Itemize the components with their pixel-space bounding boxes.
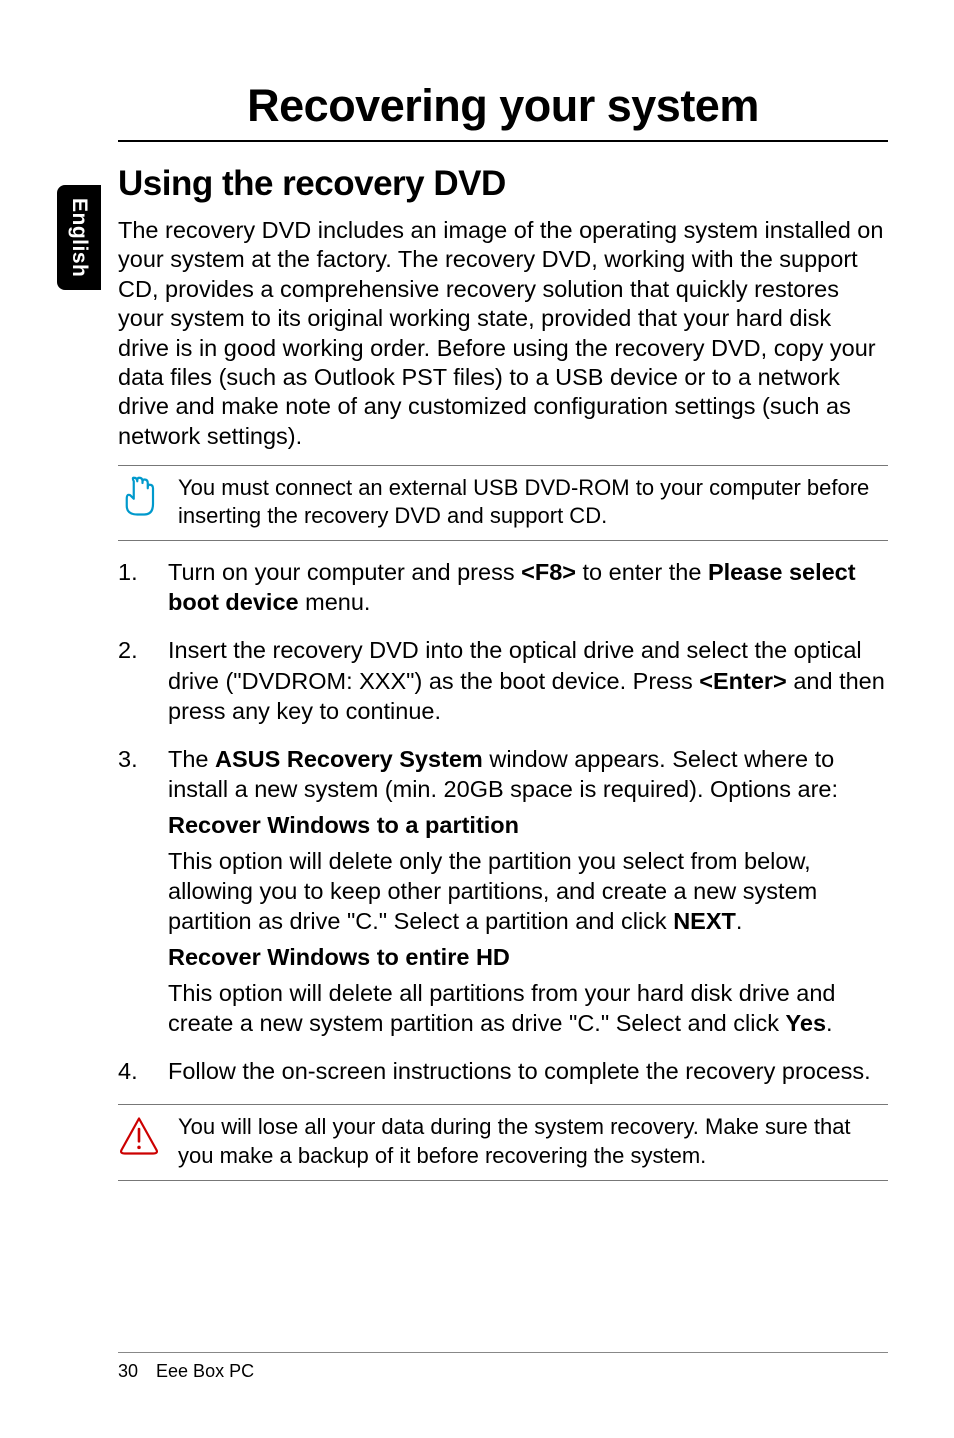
- warning-text: You will lose all your data during the s…: [178, 1113, 888, 1169]
- option-body: .: [736, 908, 743, 934]
- step-text: to enter the: [576, 559, 708, 585]
- step-number: 1.: [118, 557, 140, 623]
- hand-icon: [118, 476, 160, 518]
- option-title: Recover Windows to entire HD: [168, 942, 888, 972]
- step-number: 4.: [118, 1056, 140, 1092]
- next-label: NEXT: [673, 908, 736, 934]
- language-tab: English: [57, 185, 101, 290]
- option-body: This option will delete all partitions f…: [168, 980, 835, 1036]
- option-title: Recover Windows to a partition: [168, 810, 888, 840]
- intro-paragraph: The recovery DVD includes an image of th…: [118, 216, 888, 451]
- step-1: 1. Turn on your computer and press <F8> …: [118, 557, 888, 623]
- step-text: Follow the on-screen instructions to com…: [168, 1056, 888, 1086]
- section-title: Using the recovery DVD: [118, 164, 888, 204]
- step-number: 3.: [118, 744, 140, 1045]
- step-text: menu.: [299, 589, 371, 615]
- footer-title: Eee Box PC: [156, 1361, 254, 1382]
- step-number: 2.: [118, 635, 140, 731]
- page-footer: 30 Eee Box PC: [118, 1352, 888, 1382]
- key-f8: <F8>: [521, 559, 576, 585]
- step-3: 3. The ASUS Recovery System window appea…: [118, 744, 888, 1045]
- note-callout: You must connect an external USB DVD-ROM…: [118, 465, 888, 541]
- key-enter: <Enter>: [699, 668, 787, 694]
- warning-callout: You will lose all your data during the s…: [118, 1104, 888, 1180]
- note-text: You must connect an external USB DVD-ROM…: [178, 474, 888, 530]
- chapter-title: Recovering your system: [118, 80, 888, 142]
- warning-icon: [118, 1115, 160, 1157]
- option-body: .: [826, 1010, 833, 1036]
- page-content: Recovering your system Using the recover…: [118, 80, 888, 1197]
- step-text: The: [168, 746, 215, 772]
- step-4: 4. Follow the on-screen instructions to …: [118, 1056, 888, 1092]
- step-text: Turn on your computer and press: [168, 559, 521, 585]
- window-name: ASUS Recovery System: [215, 746, 483, 772]
- steps-list: 1. Turn on your computer and press <F8> …: [118, 557, 888, 1092]
- step-2: 2. Insert the recovery DVD into the opti…: [118, 635, 888, 731]
- yes-label: Yes: [786, 1010, 827, 1036]
- page-number: 30: [118, 1361, 138, 1382]
